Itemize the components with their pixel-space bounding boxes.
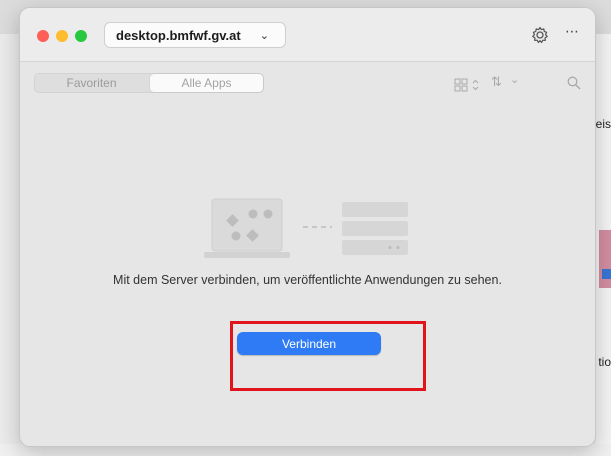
background-block xyxy=(599,230,611,288)
zoom-window-button[interactable] xyxy=(75,30,87,42)
sort-icon[interactable]: ⇅ xyxy=(491,74,502,90)
search-icon[interactable] xyxy=(567,76,581,90)
app-window: desktop.bmfwf.gv.at ⌄ ⋯ Favoriten Alle A… xyxy=(19,7,596,447)
tab-favorites[interactable]: Favoriten xyxy=(35,74,148,92)
background-text: tio xyxy=(598,355,611,369)
view-segmented-control: Favoriten Alle Apps xyxy=(34,73,264,93)
titlebar: desktop.bmfwf.gv.at ⌄ ⋯ xyxy=(20,8,595,62)
highlight-annotation xyxy=(230,321,426,391)
empty-state-message: Mit dem Server verbinden, um veröffentli… xyxy=(113,273,502,287)
chevron-down-icon[interactable]: ⌄ xyxy=(510,73,519,86)
tab-all-apps[interactable]: Alle Apps xyxy=(150,74,263,92)
close-window-button[interactable] xyxy=(37,30,49,42)
server-name: desktop.bmfwf.gv.at xyxy=(116,27,241,43)
chevron-down-icon: ⌄ xyxy=(259,30,269,42)
background-block-blue xyxy=(602,269,611,279)
server-dropdown[interactable]: desktop.bmfwf.gv.at ⌄ xyxy=(104,22,286,48)
connection-illustration-icon xyxy=(204,198,408,258)
more-icon[interactable]: ⋯ xyxy=(565,23,580,40)
minimize-window-button[interactable] xyxy=(56,30,68,42)
grid-view-icon[interactable] xyxy=(454,78,482,92)
background-text: eis xyxy=(595,117,611,131)
gear-icon[interactable] xyxy=(530,25,550,45)
